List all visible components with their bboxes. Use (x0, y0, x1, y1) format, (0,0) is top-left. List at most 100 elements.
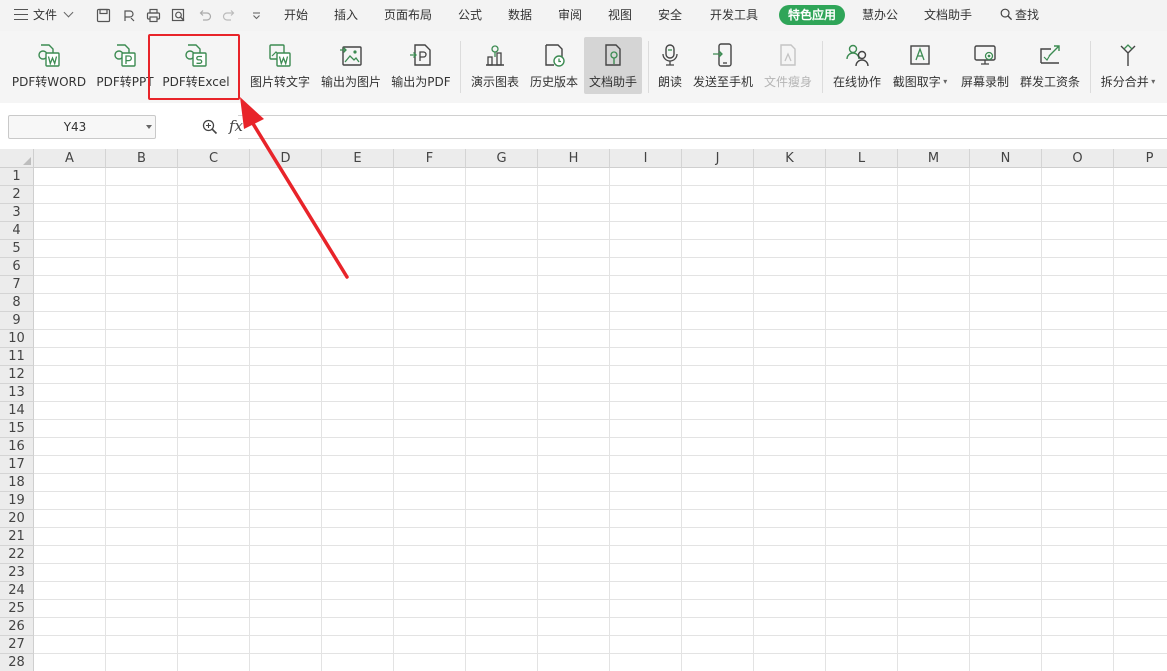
zoom-icon[interactable] (202, 119, 218, 135)
export-pdf-quick-icon[interactable] (122, 8, 137, 23)
row-header[interactable]: 27 (0, 636, 34, 654)
tab-formulas[interactable]: 公式 (458, 0, 482, 31)
file-menu[interactable]: 文件 (14, 0, 74, 31)
history-version-icon (545, 44, 565, 67)
tab-review[interactable]: 审阅 (558, 0, 582, 31)
column-header[interactable]: K (754, 149, 826, 168)
online-collab-button[interactable]: 在线协作 (828, 37, 886, 94)
row-header[interactable]: 8 (0, 294, 34, 312)
row-header[interactable]: 4 (0, 222, 34, 240)
tab-home[interactable]: 开始 (284, 0, 308, 31)
column-header[interactable]: J (682, 149, 754, 168)
pdf-to-ppt-icon (114, 44, 136, 67)
export-image-button[interactable]: 输出为图片 (318, 37, 384, 94)
column-header[interactable]: E (322, 149, 394, 168)
tab-security[interactable]: 安全 (658, 0, 682, 31)
image-to-text-button[interactable]: 图片转文字 (246, 37, 314, 94)
read-aloud-button[interactable]: 朗读 (654, 37, 686, 94)
ribbon-separator (648, 41, 649, 93)
column-header[interactable]: M (898, 149, 970, 168)
pdf-to-ppt-button[interactable]: PDF转PPT (94, 37, 156, 94)
redo-icon[interactable] (222, 8, 237, 23)
row-header[interactable]: 6 (0, 258, 34, 276)
formula-input[interactable] (238, 115, 1167, 139)
column-header[interactable]: C (178, 149, 250, 168)
cell-reference: Y43 (63, 120, 87, 134)
tab-view[interactable]: 视图 (608, 0, 632, 31)
row-header[interactable]: 26 (0, 618, 34, 636)
find-button[interactable]: 查找 (1000, 0, 1039, 31)
tab-developer[interactable]: 开发工具 (710, 0, 758, 31)
name-box[interactable]: Y43 (8, 115, 156, 139)
row-header[interactable]: 1 (0, 168, 34, 186)
row-header[interactable]: 28 (0, 654, 34, 671)
column-header[interactable]: I (610, 149, 682, 168)
menu-bar: 文件 开始 插入 页面布局 公式 数据 审阅 视图 安全 开发工具 特色应用 慧… (0, 0, 1167, 31)
row-header[interactable]: 10 (0, 330, 34, 348)
column-header[interactable]: O (1042, 149, 1114, 168)
row-header[interactable]: 14 (0, 402, 34, 420)
demo-chart-button[interactable]: 演示图表 (466, 37, 524, 94)
pdf-to-word-button[interactable]: PDF转WORD (8, 37, 90, 94)
save-icon[interactable] (96, 8, 111, 23)
demo-chart-label: 演示图表 (470, 75, 519, 89)
row-header[interactable]: 11 (0, 348, 34, 366)
tab-special-apps[interactable]: 特色应用 (779, 5, 846, 25)
tab-insert[interactable]: 插入 (334, 0, 358, 31)
column-header[interactable]: G (466, 149, 538, 168)
spreadsheet-grid: ABCDEFGHIJKLMNOP 1 2 3 4 5 6 7 8 9 10 11 12 13 14 15 16… (0, 149, 1167, 671)
row-header[interactable]: 21 (0, 528, 34, 546)
column-header[interactable]: B (106, 149, 178, 168)
row-header[interactable]: 2 (0, 186, 34, 204)
tab-data[interactable]: 数据 (508, 0, 532, 31)
doc-assistant-button[interactable]: 文档助手 (584, 37, 642, 94)
print-icon[interactable] (146, 8, 161, 23)
send-to-phone-label: 发送至手机 (692, 75, 753, 89)
tab-smart-office[interactable]: 慧办公 (862, 0, 898, 31)
row-header[interactable]: 16 (0, 438, 34, 456)
file-slim-button[interactable]: 文件瘦身 (760, 37, 816, 94)
history-version-button[interactable]: 历史版本 (526, 37, 582, 94)
row-header[interactable]: 23 (0, 564, 34, 582)
split-merge-button[interactable]: 拆分合并 ▾ (1096, 37, 1160, 94)
row-header[interactable]: 22 (0, 546, 34, 564)
column-header[interactable]: P (1114, 149, 1167, 168)
find-label: 查找 (1015, 8, 1040, 22)
row-header[interactable]: 18 (0, 474, 34, 492)
row-header[interactable]: 20 (0, 510, 34, 528)
screen-record-button[interactable]: 屏幕录制 (956, 37, 1014, 94)
row-header[interactable]: 13 (0, 384, 34, 402)
row-header[interactable]: 24 (0, 582, 34, 600)
column-header[interactable]: A (34, 149, 106, 168)
column-header[interactable]: F (394, 149, 466, 168)
column-header[interactable]: N (970, 149, 1042, 168)
print-preview-icon[interactable] (171, 8, 186, 23)
send-to-phone-button[interactable]: 发送至手机 (690, 37, 756, 94)
row-header[interactable]: 17 (0, 456, 34, 474)
screen-record-icon (974, 45, 996, 65)
customize-toolbar-icon[interactable] (249, 8, 264, 23)
select-all-corner[interactable] (0, 149, 34, 168)
export-image-icon (340, 46, 362, 66)
row-header[interactable]: 7 (0, 276, 34, 294)
tab-doc-assistant[interactable]: 文档助手 (924, 0, 972, 31)
export-pdf-button[interactable]: 输出为PDF (388, 37, 454, 94)
row-header[interactable]: 25 (0, 600, 34, 618)
column-header[interactable]: L (826, 149, 898, 168)
tab-page-layout[interactable]: 页面布局 (384, 0, 432, 31)
row-header[interactable]: 15 (0, 420, 34, 438)
screenshot-ocr-button[interactable]: 截图取字 ▾ (888, 37, 952, 94)
cell-area[interactable] (34, 168, 1167, 671)
export-image-label: 输出为图片 (320, 75, 381, 89)
column-header[interactable]: D (250, 149, 322, 168)
row-header[interactable]: 3 (0, 204, 34, 222)
row-header[interactable]: 9 (0, 312, 34, 330)
payslip-button[interactable]: 群发工资条 (1016, 37, 1084, 94)
export-pdf-icon (410, 44, 431, 66)
row-header[interactable]: 12 (0, 366, 34, 384)
file-slim-icon (780, 44, 796, 66)
undo-icon[interactable] (197, 8, 212, 23)
row-header[interactable]: 5 (0, 240, 34, 258)
row-header[interactable]: 19 (0, 492, 34, 510)
column-header[interactable]: H (538, 149, 610, 168)
